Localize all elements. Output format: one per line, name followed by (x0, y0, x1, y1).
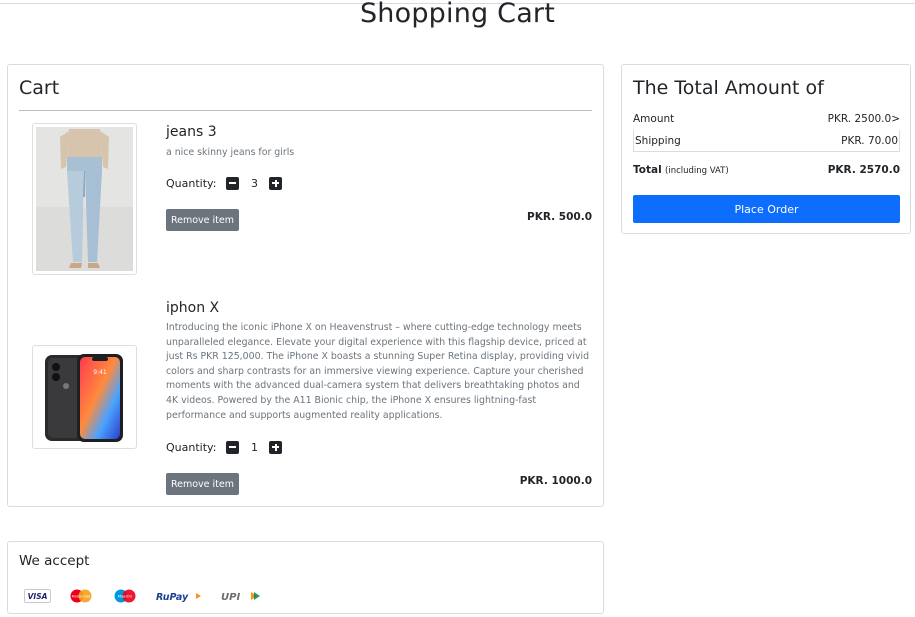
payment-methods-card: We accept VISA MasterCard Maestro RuPay … (7, 541, 604, 614)
item-price: PKR. 500.0 (527, 211, 592, 223)
mastercard-text: MasterCard (72, 595, 91, 599)
quantity-label: Quantity: (166, 440, 217, 454)
visa-logo: VISA (24, 589, 51, 603)
cart-heading: Cart (19, 77, 60, 99)
upi-text: UPI (221, 592, 240, 603)
item-name[interactable]: iphon X (166, 300, 219, 316)
mastercard-logo: MasterCard (66, 589, 96, 603)
rupay-logo: RuPay (156, 589, 202, 603)
amount-value: PKR. 2500.0> (827, 113, 900, 125)
visa-text: VISA (28, 592, 48, 601)
item-description: Introducing the iconic iPhone X on Heave… (166, 322, 590, 421)
svg-text:9:41: 9:41 (93, 369, 107, 376)
total-row: Total (including VAT) PKR. 2570.0 (633, 159, 900, 181)
maestro-logo: Maestro (110, 589, 140, 603)
cart-divider (19, 110, 592, 111)
remove-item-button[interactable]: Remove item (166, 209, 239, 231)
item-price: PKR. 1000.0 (519, 475, 592, 487)
decrease-quantity-button[interactable] (226, 176, 240, 190)
rupay-text: RuPay (156, 592, 189, 603)
total-value: PKR. 2570.0 (827, 164, 900, 176)
shipping-value: PKR. 70.00 (841, 134, 898, 147)
quantity-control: Quantity: 3 (166, 175, 283, 191)
quantity-control: Quantity: 1 (166, 439, 283, 455)
shipping-label: Shipping (635, 134, 681, 147)
quantity-value: 3 (250, 176, 258, 190)
upi-logo: UPI (221, 589, 261, 603)
increase-quantity-button[interactable] (269, 176, 283, 190)
total-label-group: Total (including VAT) (633, 164, 729, 176)
quantity-value: 1 (250, 440, 258, 454)
total-note: (including VAT) (665, 166, 729, 176)
jeans-product-image[interactable] (32, 123, 137, 275)
decrease-quantity-button[interactable] (226, 440, 240, 454)
shipping-row: Shipping PKR. 70.00 (633, 130, 900, 152)
maestro-text: Maestro (118, 595, 133, 599)
payment-heading: We accept (19, 553, 90, 569)
item-description: a nice skinny jeans for girls (166, 147, 295, 158)
place-order-button[interactable]: Place Order (633, 195, 900, 223)
remove-item-button[interactable]: Remove item (166, 473, 239, 495)
cart-card: Cart jeans 3 a nice skinny jeans for gir… (7, 64, 604, 507)
total-label: Total (633, 164, 662, 176)
page-title: Shopping Cart (359, 0, 556, 29)
iphone-product-image[interactable]: 9:41 (32, 345, 137, 449)
increase-quantity-button[interactable] (269, 440, 283, 454)
amount-label: Amount (633, 113, 675, 125)
item-name[interactable]: jeans 3 (166, 124, 217, 140)
quantity-label: Quantity: (166, 176, 217, 190)
amount-row: Amount PKR. 2500.0> (633, 108, 900, 130)
summary-heading: The Total Amount of (633, 77, 824, 99)
order-summary-card: The Total Amount of Amount PKR. 2500.0> … (621, 64, 911, 234)
